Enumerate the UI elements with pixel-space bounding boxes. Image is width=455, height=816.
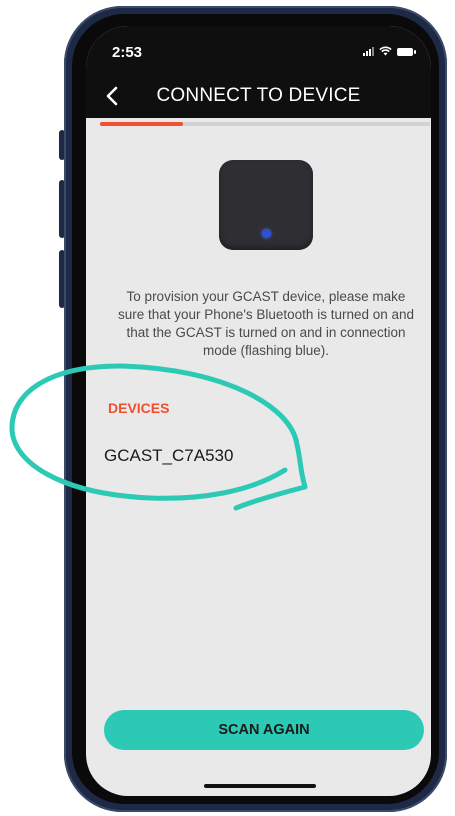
scan-again-button[interactable]: SCAN AGAIN: [104, 710, 424, 750]
battery-icon: [397, 48, 416, 56]
wifi-icon: [379, 46, 392, 56]
phone-mockup: 2:53 CONNECT TO DEVICE To provision your…: [0, 0, 455, 816]
signal-icon: [363, 46, 374, 56]
app-header: 2:53 CONNECT TO DEVICE: [86, 26, 431, 118]
progress-bar: [100, 122, 430, 126]
home-indicator: [204, 784, 316, 788]
progress-fill: [100, 122, 183, 126]
instructions-text: To provision your GCAST device, please m…: [117, 289, 415, 358]
page-title: CONNECT TO DEVICE: [156, 85, 361, 106]
gcast-device-image: [219, 160, 313, 250]
device-list-item[interactable]: GCAST_C7A530: [104, 446, 344, 474]
device-led-indicator: [262, 229, 271, 238]
status-icons: [363, 46, 416, 56]
status-time: 2:53: [112, 44, 143, 61]
phone-screen: 2:53 CONNECT TO DEVICE To provision your…: [86, 26, 431, 796]
devices-heading: DEVICES: [108, 400, 170, 416]
